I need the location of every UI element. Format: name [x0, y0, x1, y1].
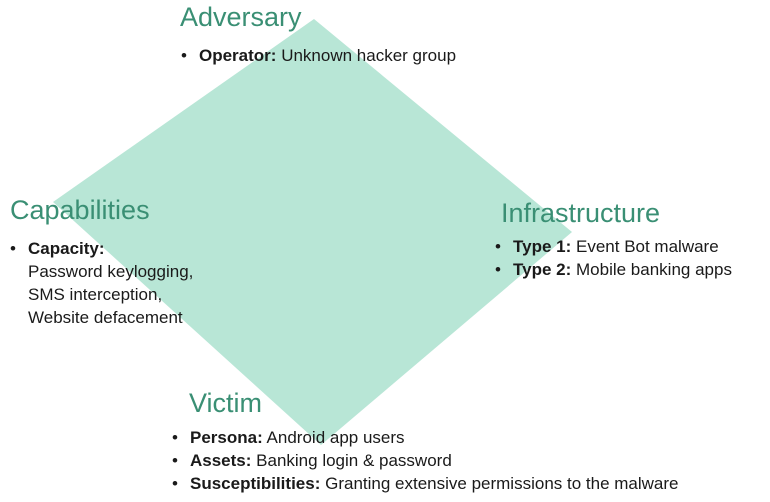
infrastructure-item-type1: Type 1: Event Bot malware — [495, 235, 732, 258]
victim-title: Victim — [189, 388, 263, 418]
susceptibilities-term: Susceptibilities: — [190, 474, 321, 493]
persona-value: Android app users — [266, 428, 405, 447]
capacity-line-defacement: Website defacement — [28, 308, 183, 327]
capacity-term: Capacity: — [28, 239, 105, 258]
type1-value: Event Bot malware — [576, 237, 719, 256]
type1-term: Type 1: — [513, 237, 572, 256]
infrastructure-list: Type 1: Event Bot malware Type 2: Mobile… — [495, 235, 732, 281]
persona-term: Persona: — [190, 428, 263, 447]
diamond — [53, 19, 572, 445]
adversary-list: Operator: Unknown hacker group — [181, 44, 456, 67]
operator-value: Unknown hacker group — [281, 46, 457, 65]
adversary-title: Adversary — [180, 2, 302, 32]
capabilities-title: Capabilities — [10, 195, 150, 225]
infrastructure-item-type2: Type 2: Mobile banking apps — [495, 258, 732, 281]
capabilities-list: Capacity: Password keylogging, SMS inter… — [10, 237, 193, 329]
capabilities-item-capacity: Capacity: Password keylogging, SMS inter… — [10, 237, 193, 329]
operator-term: Operator: — [199, 46, 277, 65]
capacity-line-sms: SMS interception, — [28, 285, 163, 304]
assets-term: Assets: — [190, 451, 252, 470]
capacity-line-keylogging: Password keylogging, — [28, 262, 194, 281]
victim-item-persona: Persona: Android app users — [172, 426, 679, 449]
susceptibilities-value: Granting extensive permissions to the ma… — [325, 474, 679, 493]
victim-item-susceptibilities: Susceptibilities: Granting extensive per… — [172, 472, 679, 495]
victim-item-assets: Assets: Banking login & password — [172, 449, 679, 472]
infrastructure-title: Infrastructure — [501, 198, 661, 228]
assets-value: Banking login & password — [256, 451, 452, 470]
victim-list: Persona: Android app users Assets: Banki… — [172, 426, 679, 495]
adversary-item-operator: Operator: Unknown hacker group — [181, 44, 456, 67]
type2-value: Mobile banking apps — [576, 260, 732, 279]
type2-term: Type 2: — [513, 260, 572, 279]
